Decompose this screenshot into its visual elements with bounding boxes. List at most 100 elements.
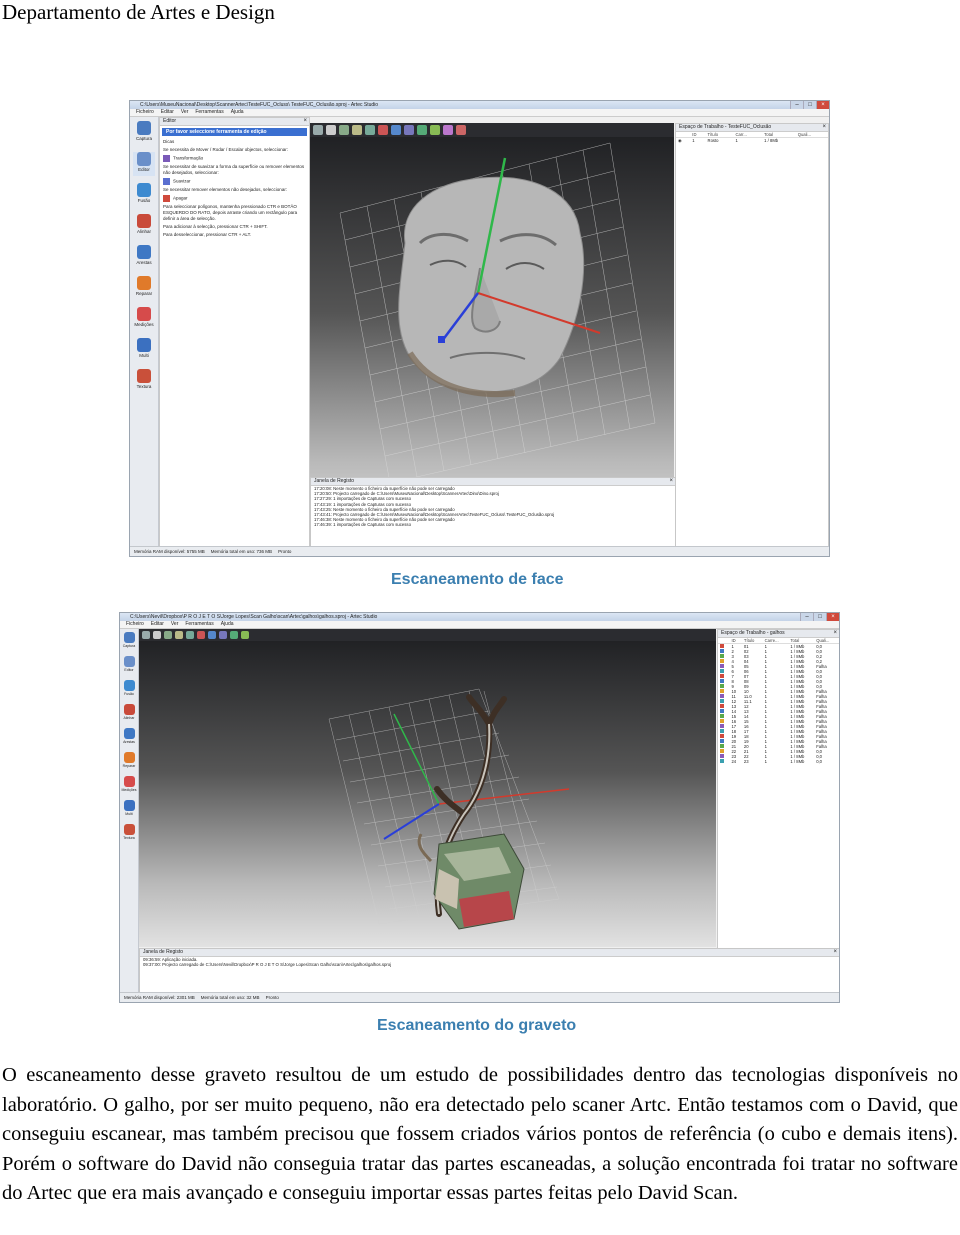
tool-multi[interactable]: Multi [121,800,137,824]
3d-viewport[interactable] [139,629,716,947]
z-axis [383,803,440,840]
editor-hint: Se necessitar remover elementos não dese… [163,187,288,192]
maximize-icon[interactable]: □ [813,613,826,621]
window-controls: – □ × [790,101,829,109]
tool-arestas[interactable]: Arestas [121,728,137,752]
tool-medicoes[interactable]: Medições [121,776,137,800]
window-title: C:\Users\Nevil\Dropbox\P R O J E T O S\J… [130,614,378,620]
tool-textura[interactable]: Textura [121,824,137,848]
tool-reparar[interactable]: Reparar [133,276,155,300]
editor-hint: Para seleccionar polígonos, mantenha pre… [163,204,298,221]
close-icon[interactable]: × [826,613,839,621]
editor-hint: Para adicionar à selecção, pressionar CT… [163,224,268,229]
window-titlebar: C:\Users\Nevil\Dropbox\P R O J E T O S\J… [120,613,839,621]
branch-scan-model [328,688,570,930]
multi-icon [123,800,135,811]
editor-hint: Se necessitar de suavizar a forma da sup… [163,164,305,175]
tool-fusao[interactable]: Fusão [133,183,155,207]
tool-captura[interactable]: Captura [133,121,155,145]
workspace-panel: Espaço de Trabalho - TesteFUC_Oclusão × I… [675,123,829,548]
menu-ajuda[interactable]: Ajuda [221,621,234,628]
status-ready: Pronto [265,995,279,1000]
table-row[interactable]: 24 23 1 1 / 8Mb 0,0 [718,759,839,764]
tool-multi[interactable]: Multi [133,338,155,362]
workspace-table: ID Título Carr... Total Quali... ◉ 1 Ros… [676,132,828,143]
menu-bar: Ficheiro Editar Ver Ferramentas Ajuda [120,621,839,629]
fusion-icon [137,183,151,197]
z-axis-handle [438,336,445,343]
tool-editor[interactable]: Editor [121,656,137,680]
menu-ver[interactable]: Ver [171,621,179,628]
editor-panel: Editor × Por favor seleccione ferramenta … [159,117,310,548]
measure-icon [123,776,135,787]
status-ram: Memória RAM disponível: 5755 MB [134,549,205,554]
transform-icon [163,155,170,162]
tool-textura[interactable]: Textura [133,369,155,393]
repair-icon [123,752,135,763]
body-paragraph: O escaneamento desse graveto resultou de… [2,1064,958,1204]
close-icon[interactable]: × [303,118,307,125]
x-axis [438,788,570,805]
transform-tool[interactable]: Transformação [160,154,309,163]
maximize-icon[interactable]: □ [803,101,816,109]
menu-editar[interactable]: Editar [151,621,164,628]
close-icon[interactable]: × [833,949,837,956]
minimize-icon[interactable]: – [790,101,803,109]
align-icon [137,214,151,228]
capture-icon [123,632,135,643]
editor-tips-heading: Dicas [163,139,175,144]
scan-color-icon[interactable] [718,759,729,764]
align-icon [123,704,135,715]
editor-hint: Para desseleccionar, pressionar CTR + AL… [163,232,252,237]
log-window: Janela de Registo × 09:36:59: Aplicação i… [139,948,839,994]
tool-arestas[interactable]: Arestas [133,245,155,269]
tool-reparar[interactable]: Reparar [121,752,137,776]
repair-icon [137,276,151,290]
menu-ficheiro[interactable]: Ficheiro [126,621,144,628]
figure-caption-face: Escaneamento de face [391,571,564,588]
tool-medicoes[interactable]: Medições [133,307,155,331]
workspace-table: ID Título Carre... Total Quali... 1 01 1 1 … [718,638,839,764]
tool-sidebar: Captura Editor Fusão Alinhar Arestas Rep… [120,629,139,993]
table-row[interactable]: ◉ 1 Rosto 1 1 / 8Mb [676,138,828,144]
log-window: Janela de Registo × 17:20:08: Neste momen… [310,477,676,548]
status-bar: Memória RAM disponível: 2301 MB Memória … [120,992,839,1002]
editor-icon [123,656,135,667]
texture-icon [137,369,151,383]
status-memory: Memória total em uso: 32 MB [200,995,260,1000]
close-icon[interactable]: × [833,630,837,637]
close-icon[interactable]: × [816,101,829,109]
window-controls: – □ × [800,613,839,621]
menu-ver[interactable]: Ver [181,109,189,116]
menu-ferramentas[interactable]: Ferramentas [185,621,213,628]
tool-captura[interactable]: Captura [121,632,137,656]
workspace-panel-header: Espaço de Trabalho - TesteFUC_Oclusão × [676,124,828,132]
tool-alinhar[interactable]: Alinhar [121,704,137,728]
menu-editar[interactable]: Editar [161,109,174,116]
log-line: 17:46:39: 1 importações de Capturas com … [314,522,411,528]
editor-hint: Se necessita de Mover / Rodar / Escalar … [163,147,289,152]
texture-icon [123,824,135,835]
face-scan-screenshot: C:\Users\MuseuNacional\Desktop\ScannerAr… [129,100,830,557]
tool-editor[interactable]: Editor [133,152,155,176]
status-ram: Memória RAM disponível: 2301 MB [124,995,195,1000]
measure-icon [137,307,151,321]
multi-icon [137,338,151,352]
menu-ajuda[interactable]: Ajuda [231,109,244,116]
figure-caption-branch: Escaneamento do graveto [377,1017,577,1034]
close-icon[interactable]: × [669,478,673,485]
eye-icon[interactable]: ◉ [676,138,690,144]
menu-bar: Ficheiro Editar Ver Ferramentas Ajuda [130,109,829,117]
menu-ferramentas[interactable]: Ferramentas [195,109,223,116]
minimize-icon[interactable]: – [800,613,813,621]
status-memory: Memória total em uso: 736 MB [210,549,273,554]
status-bar: Memória RAM disponível: 5755 MB Memória … [130,546,829,556]
erase-tool[interactable]: Apagar [160,194,309,203]
y-axis [393,713,440,805]
tool-alinhar[interactable]: Alinhar [133,214,155,238]
tool-fusao[interactable]: Fusão [121,680,137,704]
editor-icon [137,152,151,166]
menu-ficheiro[interactable]: Ficheiro [136,109,154,116]
close-icon[interactable]: × [822,124,826,131]
smooth-tool[interactable]: Suavizar [160,177,309,186]
